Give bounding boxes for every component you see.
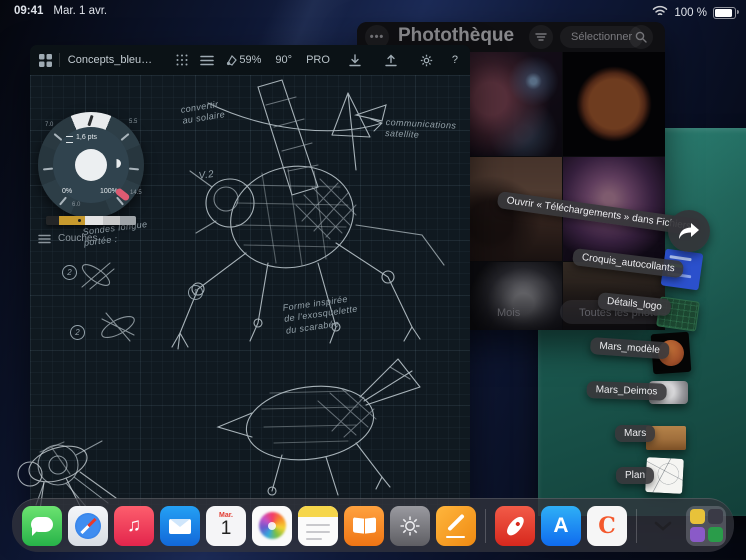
annotation-version: V.2 <box>198 168 215 182</box>
tool-size-label: 14.5 <box>130 190 142 196</box>
date: Mar. 1 avr. <box>53 5 108 17</box>
zoom-level[interactable]: 59% <box>239 54 261 66</box>
drag-item-label[interactable]: Mars_Deimos <box>586 381 667 401</box>
tool-wheel[interactable]: 1,6 pts 0% 100% 7.0 5.5 14.5 6.0 <box>38 112 144 218</box>
annotation-satellite: communications satellite <box>384 117 457 141</box>
help-button[interactable]: ? <box>452 54 458 66</box>
swatch-selected-dot <box>78 219 81 222</box>
safari-app-icon[interactable] <box>68 505 108 546</box>
annotation-badge-1: 1 <box>188 285 203 300</box>
settings-gear-icon[interactable] <box>416 49 438 71</box>
layers-panel-toggle[interactable]: Couches <box>38 233 97 244</box>
rotation-value[interactable]: 90° <box>275 54 292 66</box>
swatch-light-gray[interactable] <box>85 216 103 225</box>
opacity-icon <box>112 159 121 168</box>
pro-badge[interactable]: PRO <box>306 54 330 66</box>
affinity-app-icon[interactable]: C <box>587 505 627 546</box>
messages-app-icon[interactable] <box>22 505 62 546</box>
dock-divider <box>636 508 637 543</box>
swatch-black[interactable] <box>46 216 59 225</box>
settings-app-icon[interactable] <box>390 505 430 546</box>
stroke-width-icon <box>66 136 73 143</box>
calendar-day: 1 <box>220 517 232 539</box>
clock: 09:41 <box>14 5 44 17</box>
gallery-grid-icon[interactable] <box>38 49 53 71</box>
music-app-icon[interactable]: ♫ <box>114 505 154 546</box>
dock: ♫ Mar. 1 A C <box>12 498 734 552</box>
affinity-glyph: C <box>598 512 616 539</box>
app-library-icon[interactable] <box>686 505 726 546</box>
annotation-badge-2: 2 <box>62 265 77 280</box>
photos-app-icon[interactable] <box>252 505 292 546</box>
books-app-icon[interactable] <box>344 505 384 546</box>
layers-icon <box>38 234 51 243</box>
battery-icon <box>713 6 739 19</box>
share-arrow-icon <box>679 223 699 239</box>
tool-size-label: 6.0 <box>72 202 81 208</box>
layers-menu-icon[interactable] <box>199 49 214 71</box>
rocket-app-icon[interactable] <box>495 505 535 546</box>
tool-size-label: 5.5 <box>129 119 138 125</box>
selection-lasso-icon[interactable] <box>224 49 239 71</box>
gear-icon <box>400 516 420 535</box>
ipad-screen: 09:41 Mar. 1 avr. 100 % ••• Photothèque … <box>0 0 746 560</box>
stroke-size-value: 1,6 pts <box>76 134 98 141</box>
mail-app-icon[interactable] <box>160 505 200 546</box>
chevron-down-icon <box>654 521 672 531</box>
toolbar-divider <box>59 53 60 67</box>
annotation-badge-3: 2 <box>70 325 85 340</box>
calendar-app-icon[interactable]: Mar. 1 <box>206 505 246 546</box>
share-arrow-button[interactable] <box>668 210 710 252</box>
swatch-dark-gray[interactable] <box>120 216 136 225</box>
import-icon[interactable] <box>344 49 366 71</box>
drag-item-label[interactable]: Plan <box>616 467 655 484</box>
battery-percent: 100 % <box>674 6 707 19</box>
wifi-icon <box>652 5 668 20</box>
drag-item-label[interactable]: Mars <box>615 425 656 442</box>
tool-wheel-hub[interactable] <box>75 149 107 181</box>
tool-size-label: 7.0 <box>45 122 54 128</box>
opacity-min: 0% <box>62 188 73 195</box>
swatch-gray[interactable] <box>103 216 120 225</box>
notes-app-icon[interactable] <box>298 505 338 546</box>
appstore-glyph: A <box>553 513 569 537</box>
appstore-app-icon[interactable]: A <box>541 505 581 546</box>
swatch-gold-selected[interactable] <box>59 216 85 225</box>
export-icon[interactable] <box>380 49 402 71</box>
status-bar: 09:41 Mar. 1 avr. 100 % <box>0 0 746 24</box>
precision-grid-icon[interactable] <box>174 49 189 71</box>
document-title[interactable]: Concepts_bleu… <box>68 54 152 66</box>
layers-label: Couches <box>58 233 98 244</box>
dock-collapse-button[interactable] <box>646 521 680 531</box>
dock-divider <box>485 508 486 543</box>
concepts-app-icon[interactable] <box>436 505 476 546</box>
color-swatch-bar[interactable] <box>46 216 136 225</box>
concepts-toolbar: Concepts_bleu… 59% 90° PRO ? <box>30 45 470 76</box>
